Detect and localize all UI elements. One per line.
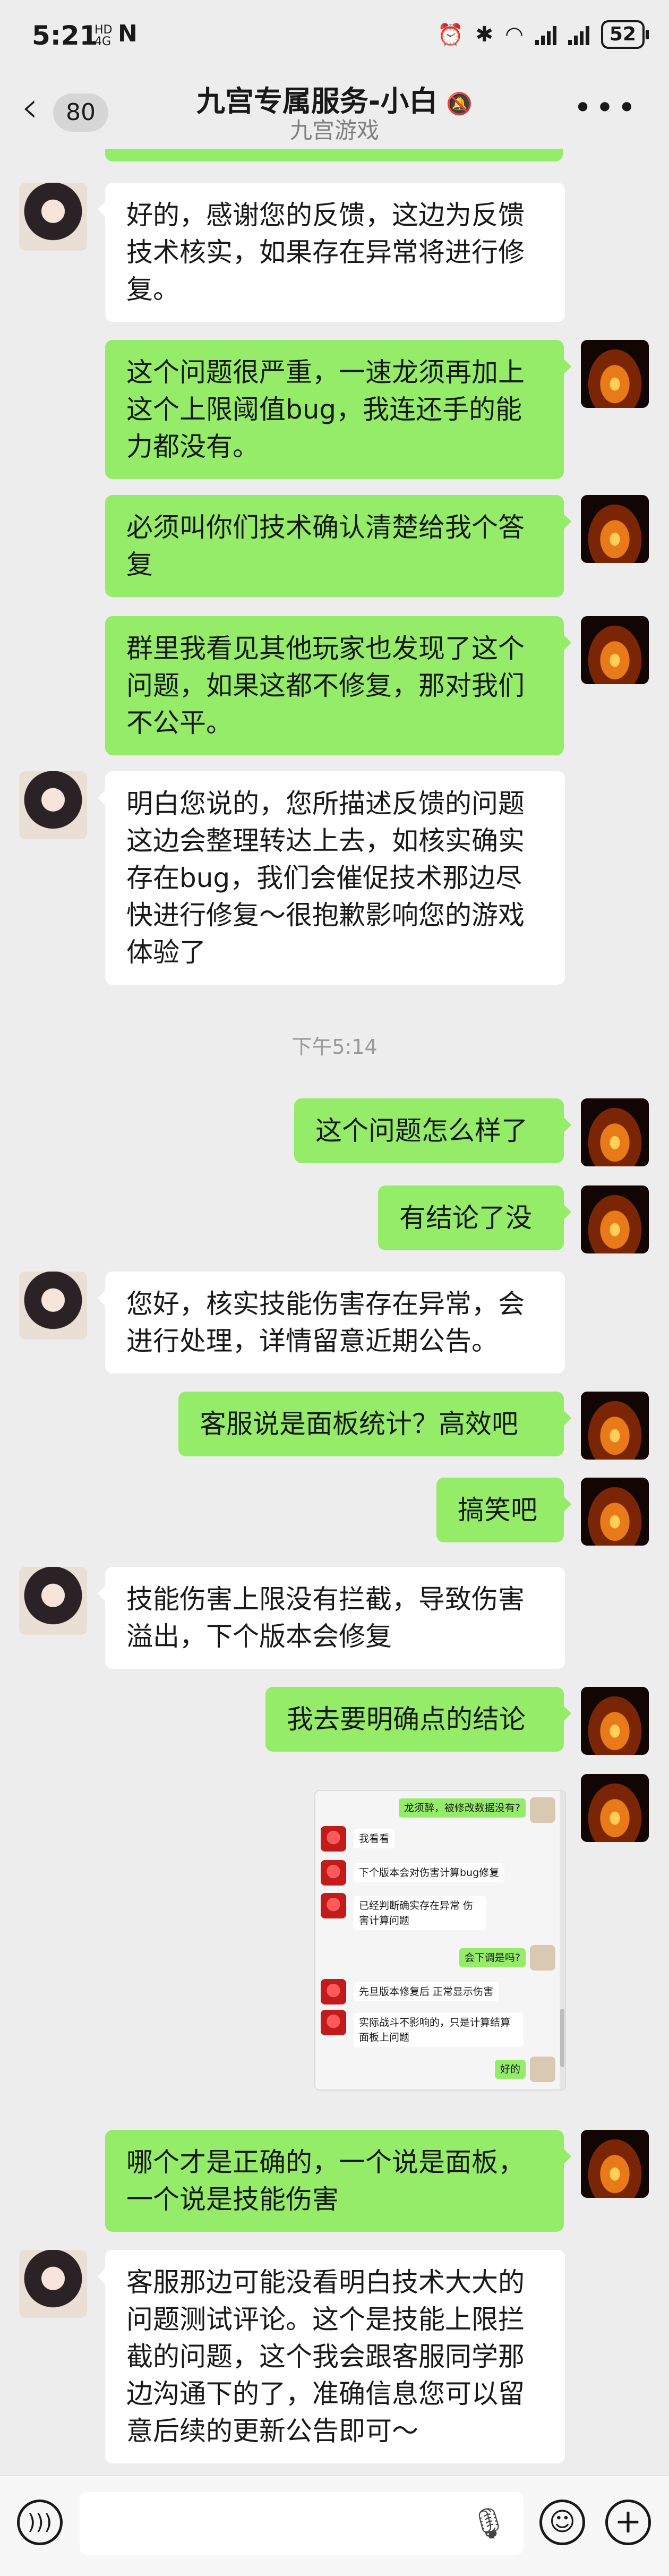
battery-icon: 52 — [601, 20, 649, 49]
avatar[interactable] — [19, 183, 87, 251]
avatar[interactable] — [581, 495, 649, 563]
outgoing-message[interactable]: 这个问题很严重，一速龙须再加上这个上限阈值bug，我连还手的能力都没有。 — [105, 340, 571, 479]
avatar[interactable] — [19, 2250, 87, 2318]
incoming-message[interactable]: 明白您说的，您所描述反馈的问题这边会整理转达上去，如核实确实存在bug，我们会催… — [98, 771, 565, 985]
avatar[interactable] — [581, 1478, 649, 1546]
alarm-icon: ⏰ — [437, 22, 464, 47]
outgoing-message[interactable]: 我去要明确点的结论 — [265, 1687, 571, 1752]
image-line: 我看看 — [354, 1829, 395, 1848]
chat-subtitle: 九宫游戏 — [289, 117, 379, 143]
outgoing-message[interactable]: 必须叫你们技术确认清楚给我个答复 — [105, 495, 571, 597]
plus-icon[interactable]: + — [605, 2500, 651, 2545]
image-line: 已经判断确实存在异常 伤害计算问题 — [354, 1896, 486, 1930]
avatar[interactable] — [581, 1774, 649, 1842]
outgoing-message[interactable]: 客服说是面板统计？高效吧 — [178, 1392, 571, 1456]
message-timestamp: 下午5:14 — [291, 1035, 378, 1059]
image-line: 龙须醉，被修改数据没有? — [398, 1798, 526, 1818]
incoming-message[interactable]: 您好，核实技能伤害存在异常，会进行处理，详情留意近期公告。 — [98, 1272, 565, 1374]
cut-off-bubble — [105, 149, 563, 161]
signal-icon — [535, 24, 556, 45]
wifi-icon: ◠ — [504, 22, 524, 47]
incoming-message[interactable]: 技能伤害上限没有拦截，导致伤害溢出，下个版本会修复 — [98, 1567, 565, 1669]
image-message[interactable]: 龙须醉，被修改数据没有? 我看看 下个版本会对伤害计算bug修复 已经判断确实存… — [314, 1790, 566, 2091]
outgoing-message[interactable]: 群里我看见其他玩家也发现了这个问题，如果这都不修复，那对我们不公平。 — [105, 616, 571, 755]
image-line: 下个版本会对伤害计算bug修复 — [354, 1863, 505, 1882]
avatar[interactable] — [19, 1272, 87, 1340]
avatar[interactable] — [581, 340, 649, 408]
image-line: 会下调是吗? — [459, 1948, 526, 1967]
image-line: 好的 — [494, 2060, 526, 2079]
outgoing-message[interactable]: 有结论了没 — [378, 1185, 571, 1250]
input-bar: ))) 🎙 ☺ + — [0, 2475, 669, 2576]
network-type-icon: HD 4G — [95, 23, 113, 48]
mic-icon[interactable]: 🎙 — [470, 2506, 508, 2541]
outgoing-message[interactable]: 这个问题怎么样了 — [294, 1098, 571, 1163]
avatar[interactable] — [581, 616, 649, 684]
incoming-message[interactable]: 客服那边可能没看明白技术大大的问题测试评论。这个是技能上限拦截的问题，这个我会跟… — [98, 2250, 565, 2463]
avatar[interactable] — [581, 1098, 649, 1166]
avatar[interactable] — [19, 771, 87, 839]
avatar[interactable] — [581, 2130, 649, 2198]
image-scrollbar — [560, 1791, 565, 2089]
avatar[interactable] — [581, 1185, 649, 1253]
incoming-message[interactable]: 好的，感谢您的反馈，这边为反馈技术核实，如果存在异常将进行修复。 — [98, 183, 565, 322]
signal-icon-2 — [568, 24, 589, 45]
avatar[interactable] — [19, 1567, 87, 1635]
more-icon[interactable]: ••• — [573, 89, 639, 126]
status-time: 5:21 — [32, 20, 98, 51]
chat-header: ‹ 80 九宫专属服务-小白 🔕 九宫游戏 ••• — [0, 74, 669, 159]
emoji-icon[interactable]: ☺ — [539, 2500, 585, 2545]
message-input[interactable]: 🎙 — [80, 2492, 524, 2555]
avatar[interactable] — [581, 1392, 649, 1460]
image-line: 先旦版本修复后 正常显示伤害 — [354, 1982, 499, 2001]
outgoing-message[interactable]: 搞笑吧 — [436, 1478, 571, 1542]
bluetooth-icon: ✱ — [475, 22, 493, 47]
status-icons: ⏰ ✱ ◠ 52 — [437, 20, 649, 49]
image-line: 实际战斗不影响的，只是计算结算面板上问题 — [354, 2013, 524, 2047]
outgoing-message[interactable]: 哪个才是正确的，一个说是面板，一个说是技能伤害 — [105, 2130, 571, 2232]
nfc-icon: N — [118, 20, 138, 47]
status-bar: 5:21 HD 4G N ⏰ ✱ ◠ 52 — [0, 0, 669, 74]
avatar[interactable] — [581, 1687, 649, 1755]
voice-icon[interactable]: ))) — [17, 2500, 63, 2545]
